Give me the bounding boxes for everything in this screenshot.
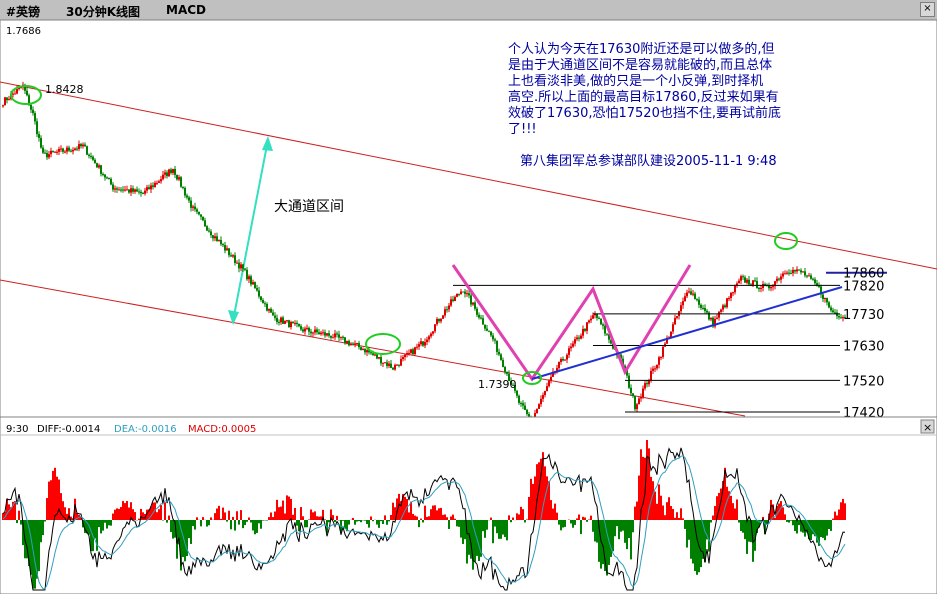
channel-label: 大通道区间: [274, 199, 344, 215]
candle: [180, 175, 182, 188]
diff-legend: DIFF:-0.0014: [37, 424, 100, 435]
annotation-line: 了!!!: [508, 122, 537, 137]
price-panel-frame: [0, 19, 937, 418]
macd-legend: MACD:0.0005: [188, 424, 256, 435]
annotation-line: 效破了17630,恐怕17520也挡不住,要再试前底: [508, 105, 781, 121]
signature-line: 第八集团军总参谋部队建设2005-11-1 9:48: [520, 153, 777, 169]
candle: [360, 346, 362, 351]
level-label-17820: 17820: [843, 279, 884, 294]
annotation-line: 个人认为今天在17630附近还是可以做多的,但: [508, 41, 775, 57]
macd-close-glyph: ×: [923, 421, 932, 434]
annotation-line: 上也看淡非美,做的只是一个小反弹,到时择机: [508, 73, 763, 89]
candle: [536, 408, 538, 414]
candle: [442, 315, 444, 319]
candle: [726, 297, 728, 309]
candle: [288, 319, 290, 328]
annotation-line: 高空.所以上面的最高目标17860,反过来如果有: [508, 89, 779, 105]
candle: [86, 145, 88, 156]
candle: [254, 281, 256, 289]
candle: [284, 320, 286, 325]
annotation-line: 是由于大通道区间不是容易就能破的,而且总体: [508, 57, 772, 73]
candle: [96, 162, 98, 168]
candle: [168, 168, 170, 178]
candle: [456, 293, 458, 298]
candle: [462, 291, 464, 293]
macd-time-label: 9:30: [6, 424, 28, 435]
chart-window: #英镑 30分钟K线图 MACD × 大通道区间 1.7686 17860 178…: [0, 0, 937, 594]
candle: [662, 345, 664, 359]
price-chart: 大通道区间 1.7686 178601782017730176301752017…: [0, 19, 937, 594]
level-label-17520: 17520: [843, 374, 884, 389]
candle: [634, 395, 636, 411]
level-label-17630: 17630: [843, 340, 884, 355]
high-price-label: 1.8428: [45, 83, 84, 96]
candle: [600, 318, 602, 326]
candle: [4, 96, 6, 106]
dea-legend: DEA:-0.0016: [114, 424, 177, 435]
candle: [708, 311, 710, 321]
top-left-price-label: 1.7686: [6, 26, 41, 37]
macd-panel-frame: [0, 416, 937, 594]
low-price-label: 1.7390: [478, 378, 517, 391]
level-label-17730: 17730: [843, 308, 884, 323]
